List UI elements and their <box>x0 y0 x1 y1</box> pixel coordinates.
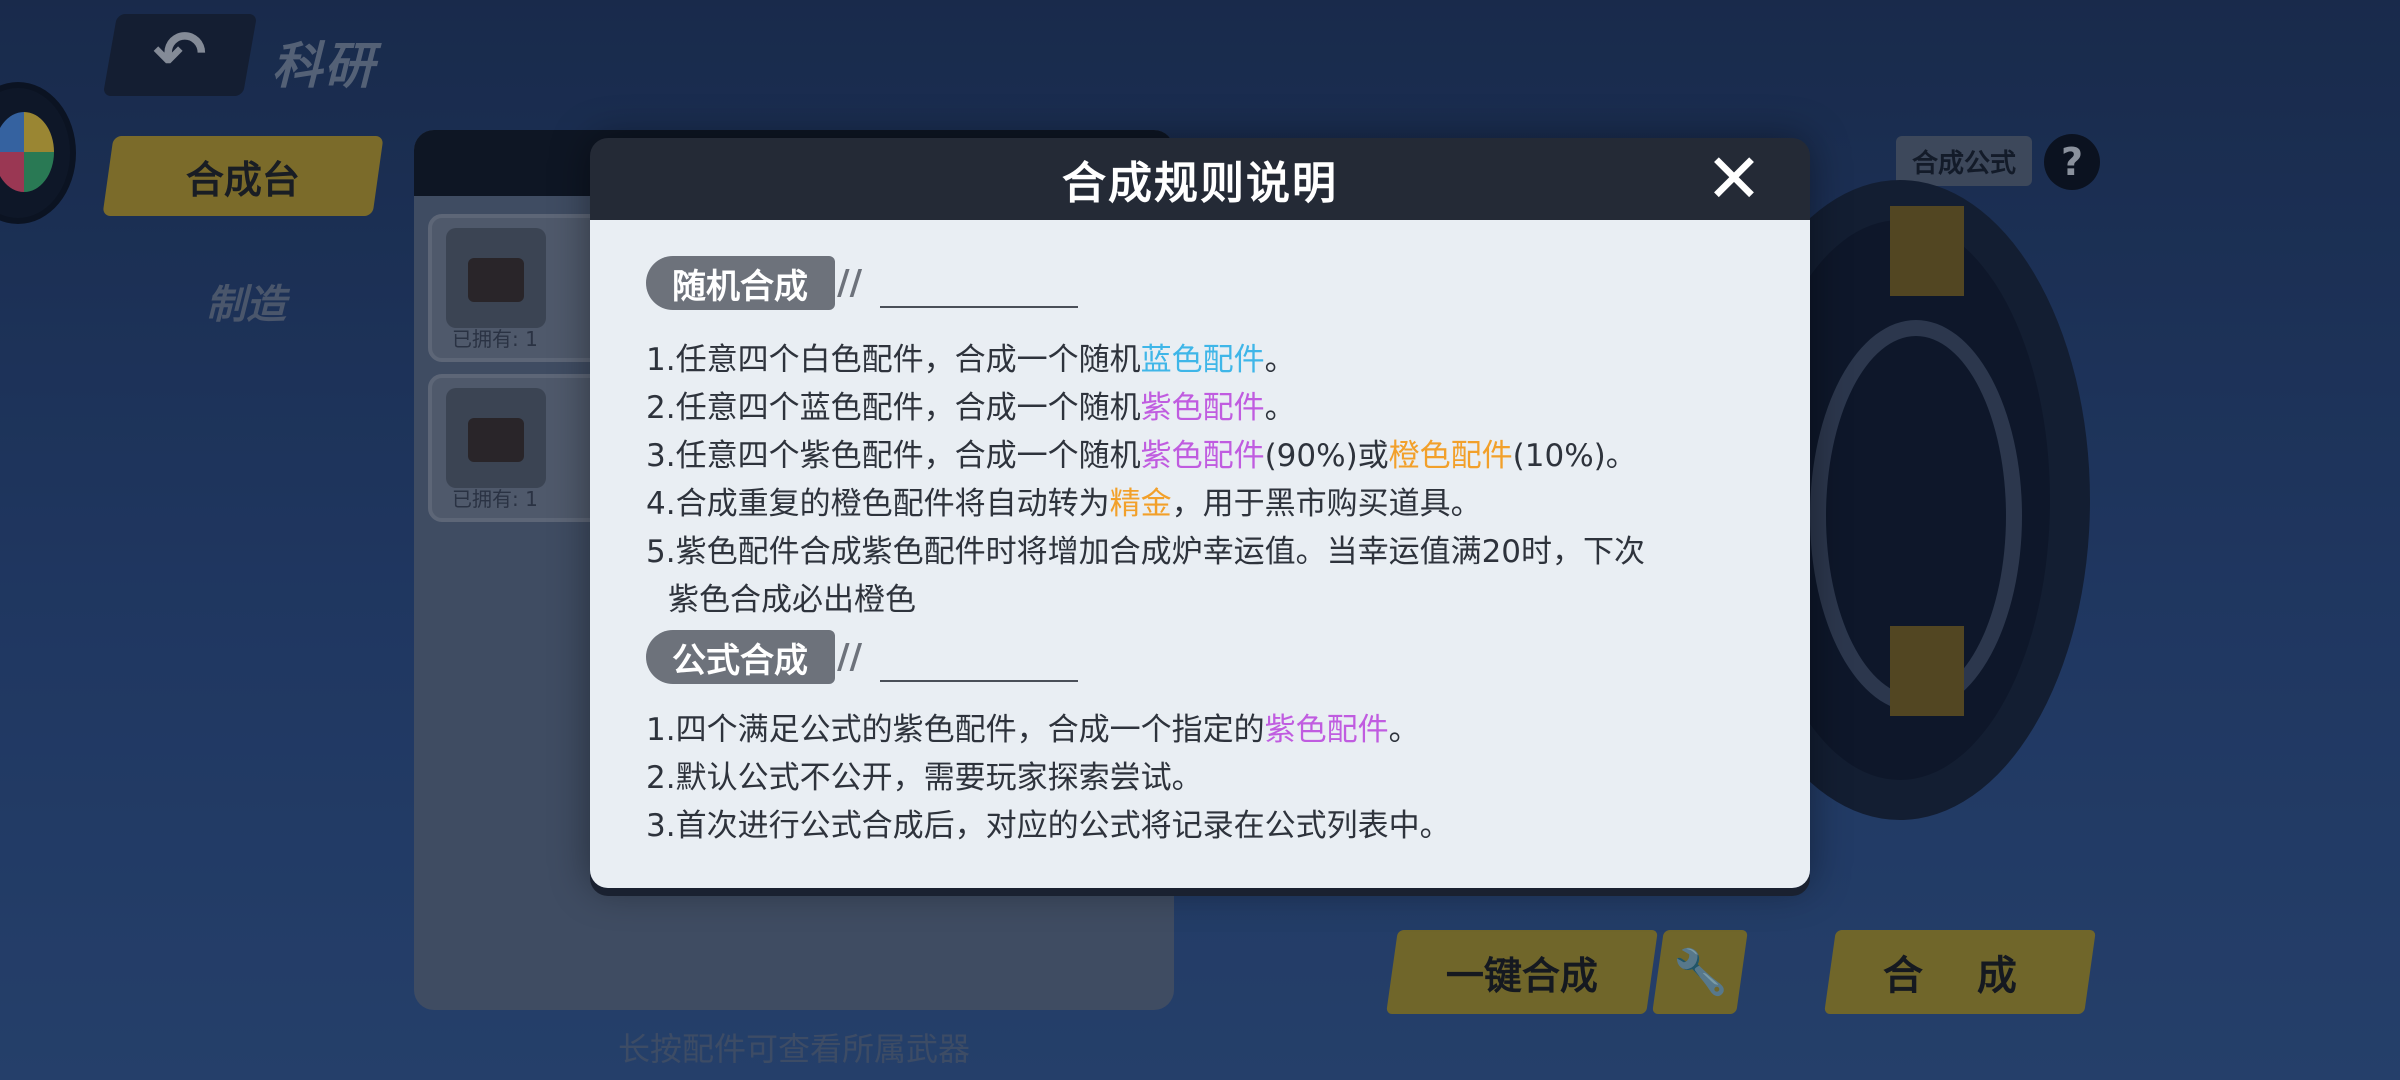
section-underline <box>880 680 1078 682</box>
rule-line: 1.四个满足公式的紫色配件，合成一个指定的紫色配件。 <box>646 712 1420 748</box>
section-formula-synth: 公式合成 // <box>646 630 862 684</box>
rule-line: 3.任意四个紫色配件，合成一个随机紫色配件(90%)或橙色配件(10%)。 <box>646 438 1637 474</box>
slash-decoration: // <box>837 263 862 303</box>
rule-line-continued: 紫色合成必出橙色 <box>668 582 916 618</box>
close-icon[interactable]: ✕ <box>1704 146 1764 214</box>
dialog-header: 合成规则说明 ✕ <box>590 138 1810 220</box>
rule-line: 5.紫色配件合成紫色配件时将增加合成炉幸运值。当幸运值满20时，下次 <box>646 534 1646 570</box>
section-label: 随机合成 <box>646 256 836 310</box>
rule-line: 4.合成重复的橙色配件将自动转为精金，用于黑市购买道具。 <box>646 486 1482 522</box>
section-label: 公式合成 <box>646 630 836 684</box>
section-underline <box>880 306 1078 308</box>
rule-line: 2.任意四个蓝色配件，合成一个随机紫色配件。 <box>646 390 1296 426</box>
dialog-body: 随机合成 // 1.任意四个白色配件，合成一个随机蓝色配件。 2.任意四个蓝色配… <box>590 220 1810 888</box>
rule-line: 3.首次进行公式合成后，对应的公式将记录在公式列表中。 <box>646 808 1451 844</box>
rules-dialog: 合成规则说明 ✕ 随机合成 // 1.任意四个白色配件，合成一个随机蓝色配件。 … <box>590 138 1810 888</box>
section-random-synth: 随机合成 // <box>646 256 862 310</box>
dialog-title: 合成规则说明 <box>1062 158 1338 209</box>
slash-decoration: // <box>837 637 862 677</box>
rule-line: 2.默认公式不公开，需要玩家探索尝试。 <box>646 760 1203 796</box>
rule-line: 1.任意四个白色配件，合成一个随机蓝色配件。 <box>646 342 1296 378</box>
